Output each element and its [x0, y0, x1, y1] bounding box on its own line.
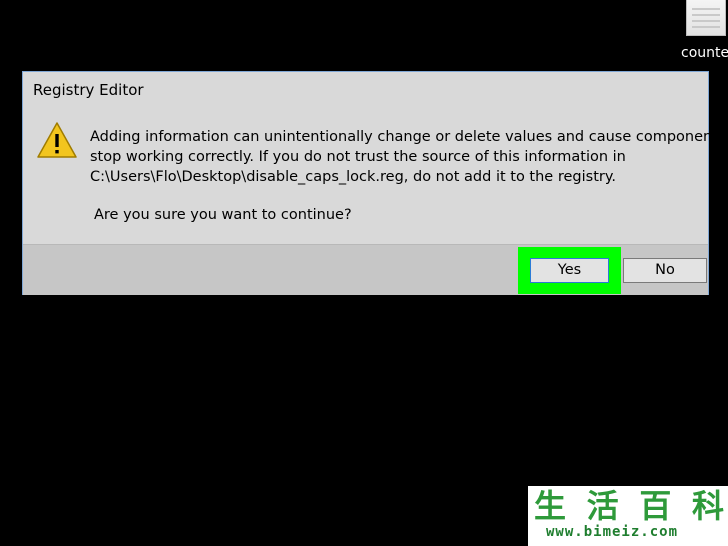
dialog-button-bar: Yes No: [23, 244, 708, 295]
confirmation-question: Are you sure you want to continue?: [94, 207, 352, 223]
watermark-url: www.bimeiz.com: [546, 524, 679, 540]
message-line: stop working correctly. If you do not tr…: [90, 149, 626, 165]
watermark-glyph: 活: [586, 487, 619, 525]
watermark-glyph: 百: [639, 487, 672, 525]
watermark-glyph: 科: [691, 487, 724, 525]
yes-button-highlight: Yes: [518, 247, 621, 294]
warning-icon: [36, 121, 78, 159]
watermark-glyphs: 生 活 百 科: [534, 488, 724, 524]
message-line: Adding information can unintentionally c…: [90, 129, 728, 145]
desktop-file-icon[interactable]: counter: [672, 0, 728, 70]
warning-message: Adding information can unintentionally c…: [90, 127, 728, 187]
desktop-file-label: counter: [681, 45, 728, 61]
message-line: C:\Users\Flo\Desktop\disable_caps_lock.r…: [90, 169, 616, 185]
yes-button[interactable]: Yes: [530, 258, 609, 283]
file-thumbnail-icon: [686, 0, 726, 36]
no-button[interactable]: No: [623, 258, 707, 283]
watermark-logo: 生 活 百 科 www.bimeiz.com: [528, 486, 728, 546]
dialog-title: Registry Editor: [33, 81, 144, 99]
watermark-glyph: 生: [534, 487, 567, 525]
registry-editor-dialog: Registry Editor Adding information can u…: [22, 71, 728, 295]
